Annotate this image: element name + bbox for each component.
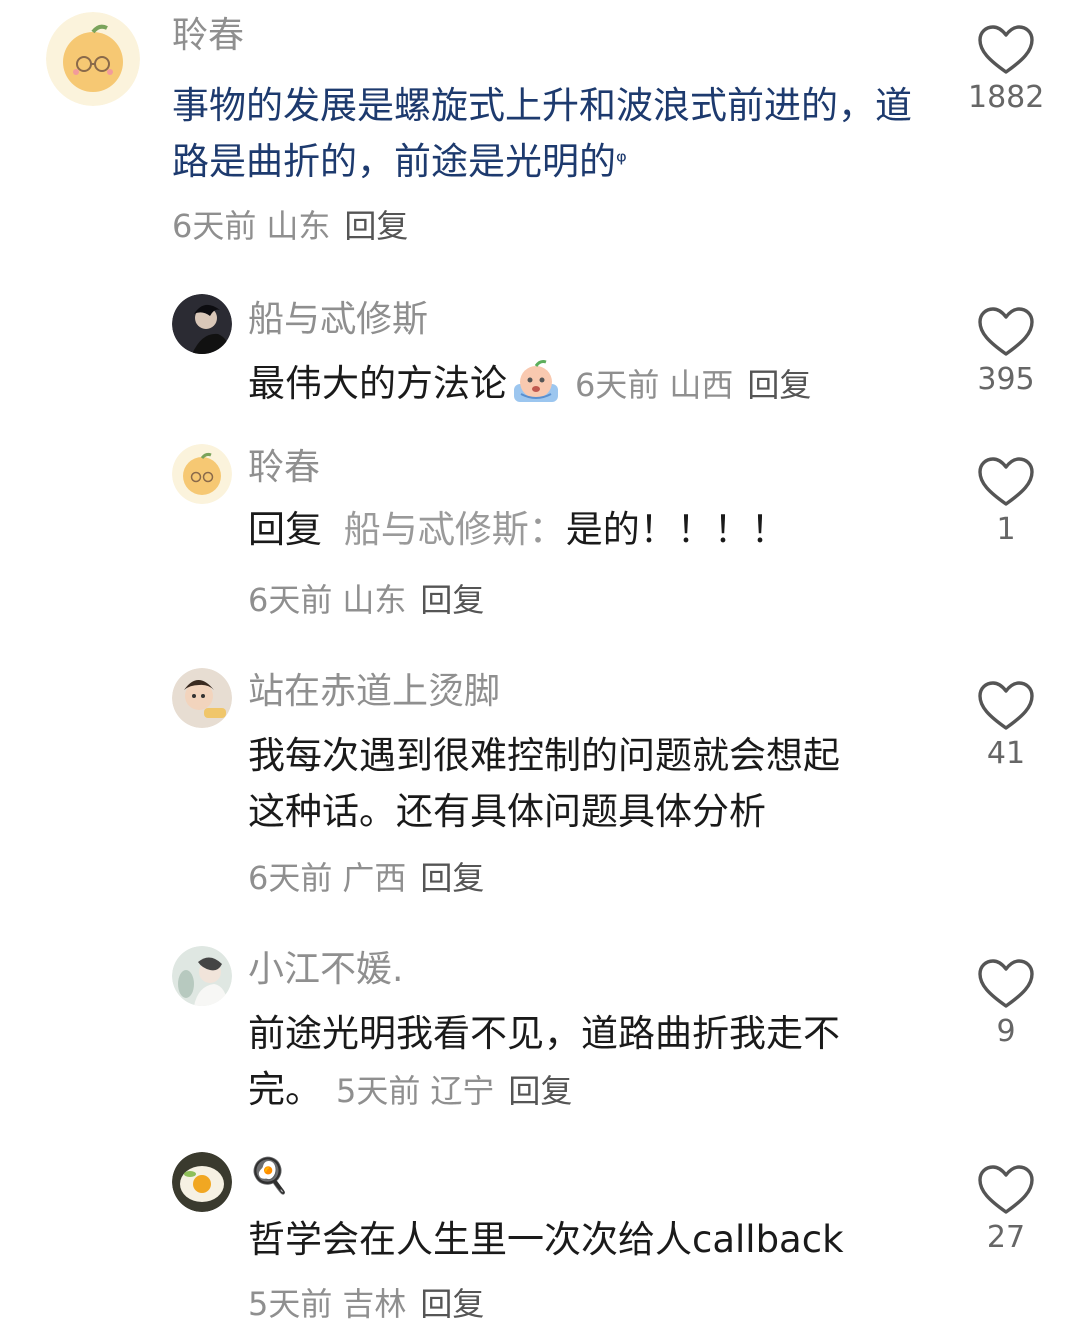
comment-text: 最伟大的方法论 6天前 山西 回复 (248, 356, 948, 422)
timestamp: 5天前 (248, 1285, 333, 1323)
username[interactable]: 聆春 (172, 14, 244, 58)
avatar[interactable] (172, 946, 232, 1006)
comment-text: 事物的发展是螺旋式上升和波浪式前进的，道路是曲折的，前途是光明的ᵠ (172, 84, 912, 183)
reply-comment: 船与忒修斯 最伟大的方法论 6天前 山西 回复 395 (0, 290, 1080, 420)
reply-button[interactable]: 回复 (420, 1285, 484, 1323)
comment-text: 哲学会在人生里一次次给人callback (248, 1218, 844, 1261)
heart-icon (978, 25, 1034, 74)
timestamp: 6天前 (172, 207, 257, 245)
location: 辽宁 (430, 1072, 495, 1110)
comment-meta: 6天前 山西 回复 (575, 366, 811, 404)
location: 吉林 (342, 1285, 407, 1323)
timestamp: 6天前 (248, 581, 333, 619)
reply-comment: 聆春 回复 船与忒修斯：是的！！！！ 6天前 山东 回复 1 (0, 440, 1080, 630)
username[interactable]: 🍳 (248, 1154, 290, 1198)
username[interactable]: 小江不媛. (248, 948, 403, 992)
reply-prefix: 回复 (248, 508, 322, 551)
reply-target-username[interactable]: 船与忒修斯： (344, 508, 566, 551)
heart-icon (978, 457, 1034, 506)
avatar[interactable] (172, 668, 232, 728)
timestamp: 5天前 (336, 1072, 421, 1110)
reply-button[interactable]: 回复 (508, 1072, 572, 1110)
reply-button[interactable]: 回复 (747, 366, 811, 404)
heart-icon (978, 959, 1034, 1008)
like-count: 395 (977, 362, 1035, 397)
username[interactable]: 船与忒修斯 (248, 298, 428, 342)
comment-text: 我每次遇到很难控制的问题就会想起 这种话。还有具体问题具体分析 (248, 734, 840, 833)
username[interactable]: 站在赤道上烫脚 (248, 670, 500, 714)
comment-meta: 6天前 山东 回复 (248, 580, 484, 620)
like-button[interactable]: 27 (968, 1164, 1044, 1256)
location: 山东 (342, 581, 407, 619)
heart-icon (978, 1165, 1034, 1214)
like-count: 1 (996, 512, 1016, 547)
timestamp: 6天前 (575, 366, 660, 404)
avatar[interactable] (172, 1152, 232, 1212)
crying-peach-emoji (511, 358, 561, 422)
like-button[interactable]: 9 (968, 958, 1044, 1050)
like-count: 27 (986, 1220, 1026, 1255)
like-button[interactable]: 395 (968, 306, 1044, 398)
avatar[interactable] (172, 294, 232, 354)
like-count: 9 (996, 1014, 1016, 1049)
reply-button[interactable]: 回复 (420, 581, 484, 619)
reply-comment: 小江不媛. 前途光明我看不见，道路曲折我走不 完。 5天前 辽宁 回复 9 (0, 942, 1080, 1132)
heart-icon (978, 307, 1034, 356)
like-count: 1882 (968, 80, 1045, 115)
like-button[interactable]: 1 (968, 456, 1044, 548)
reply-comment: 站在赤道上烫脚 我每次遇到很难控制的问题就会想起 这种话。还有具体问题具体分析 … (0, 664, 1080, 914)
comment-text: 回复 船与忒修斯：是的！！！！ (248, 508, 788, 551)
reply-button[interactable]: 回复 (420, 859, 484, 897)
location: 广西 (342, 859, 407, 897)
location: 山东 (266, 207, 331, 245)
username[interactable]: 聆春 (248, 446, 320, 490)
timestamp: 6天前 (248, 859, 333, 897)
avatar[interactable] (46, 12, 140, 106)
like-button[interactable]: 41 (968, 680, 1044, 772)
like-count: 41 (986, 736, 1026, 771)
reply-comment: 🍳 哲学会在人生里一次次给人callback 5天前 吉林 回复 27 (0, 1148, 1080, 1334)
comment-meta: 6天前 山东 回复 (172, 206, 408, 246)
comment-top: 聆春 事物的发展是螺旋式上升和波浪式前进的，道路是曲折的，前途是光明的ᵠ 6天前… (0, 0, 1080, 260)
reply-button[interactable]: 回复 (344, 207, 408, 245)
search-icon[interactable]: ᵠ (616, 147, 627, 177)
comment-text: 前途光明我看不见，道路曲折我走不 完。 5天前 辽宁 回复 (248, 1012, 840, 1111)
like-button[interactable]: 1882 (968, 24, 1044, 116)
comment-meta: 5天前 吉林 回复 (248, 1284, 484, 1324)
location: 山西 (669, 366, 734, 404)
avatar[interactable] (172, 444, 232, 504)
heart-icon (978, 681, 1034, 730)
comment-meta: 5天前 辽宁 回复 (336, 1072, 572, 1110)
comment-meta: 6天前 广西 回复 (248, 858, 484, 898)
